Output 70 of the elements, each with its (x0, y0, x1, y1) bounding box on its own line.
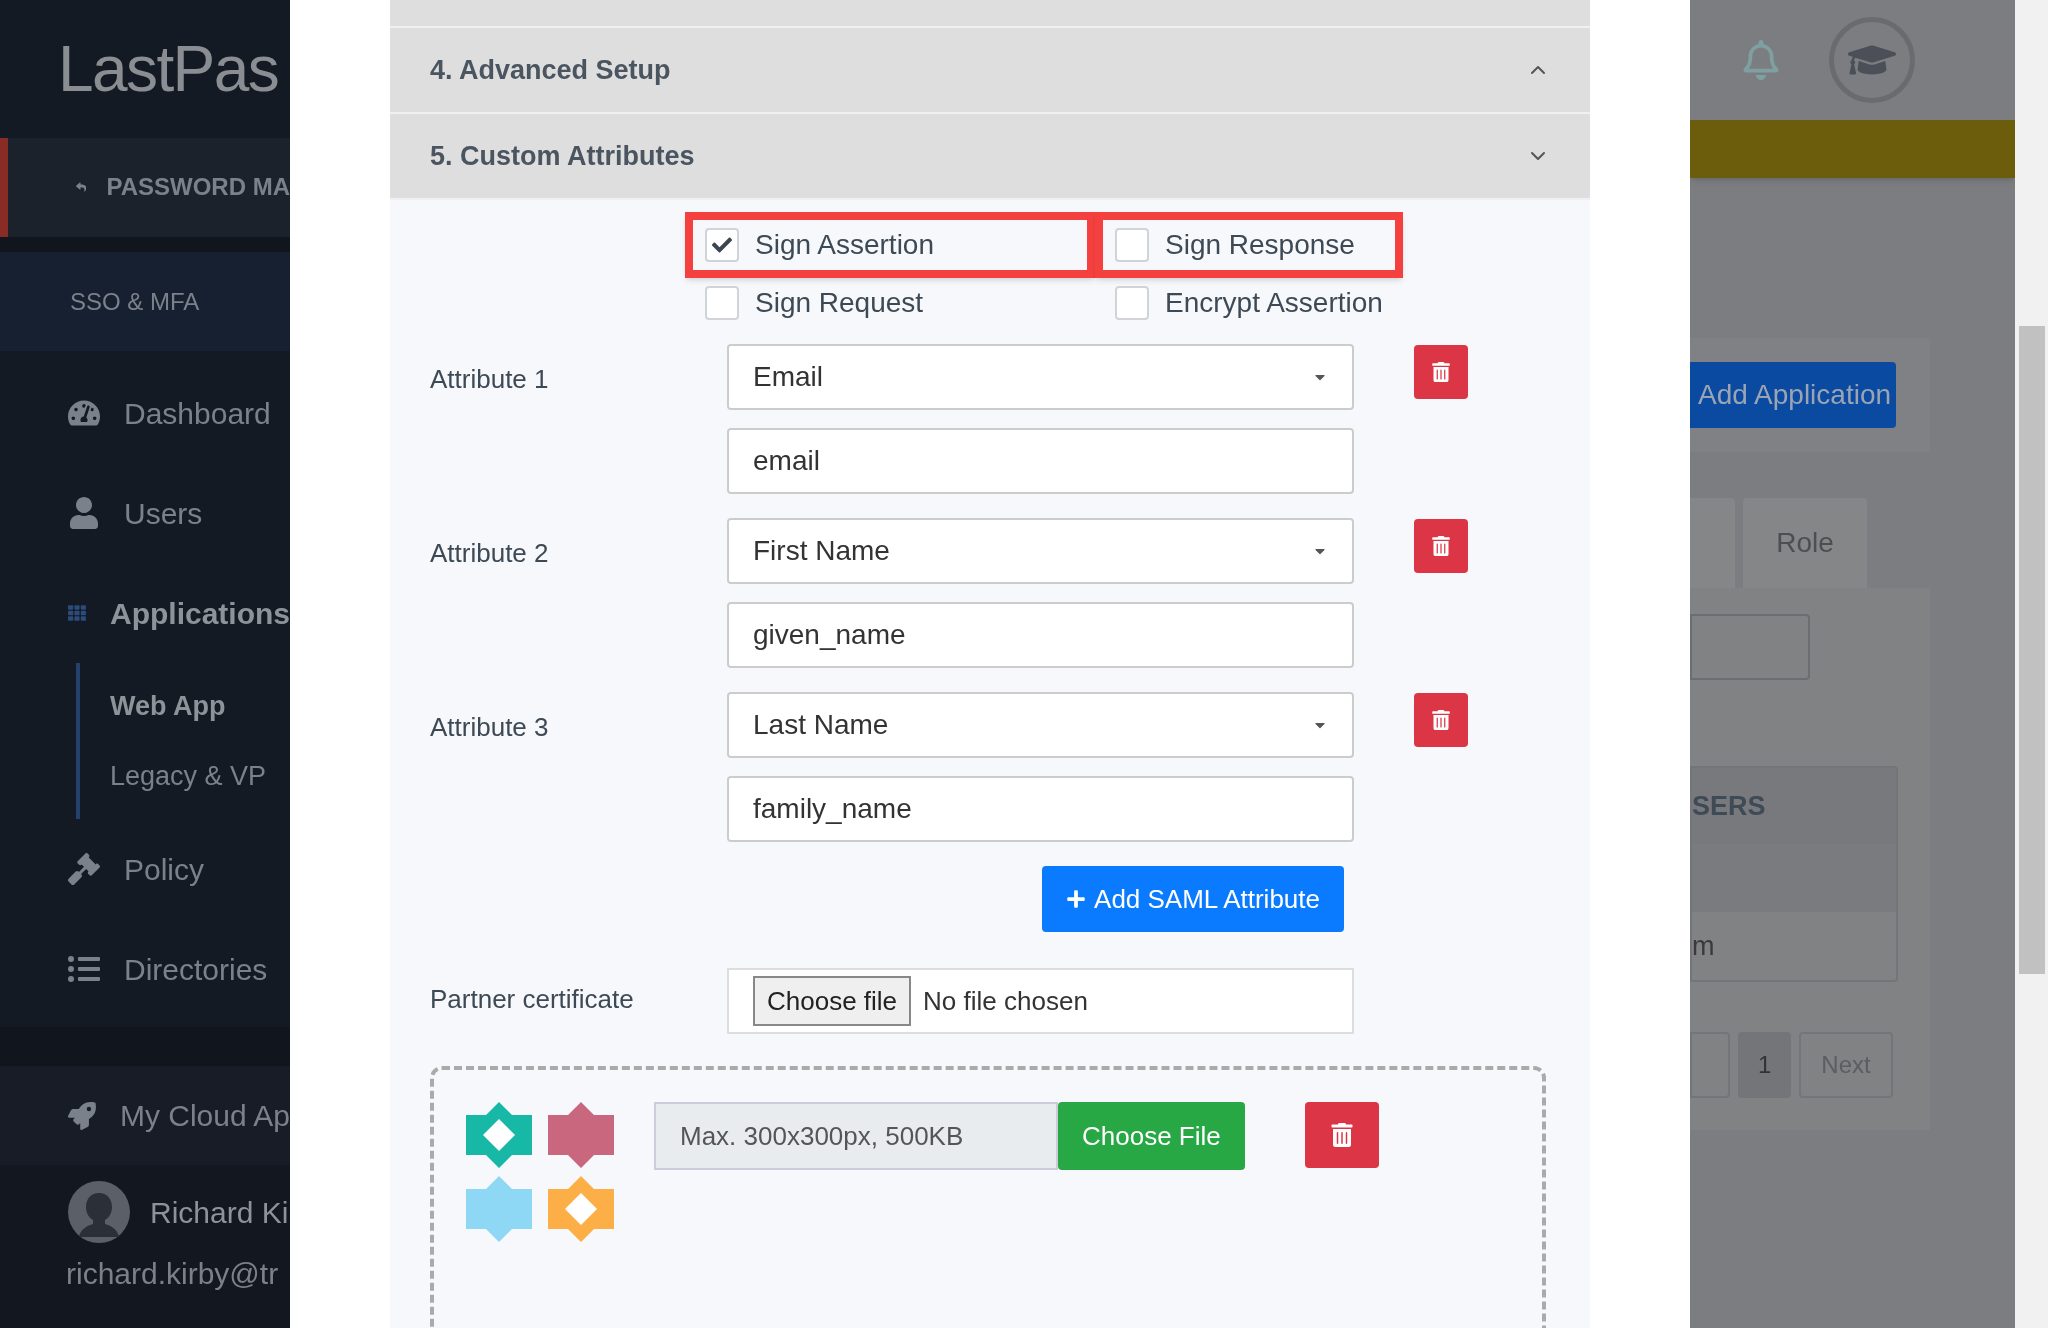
user-name: Richard Ki (150, 1194, 289, 1231)
nav-item[interactable]: Applications (0, 563, 290, 663)
previous-button[interactable] (1690, 1032, 1730, 1098)
checkbox-label: Encrypt Assertion (1165, 286, 1383, 320)
avatar-icon (68, 1181, 130, 1244)
logo-icon (466, 1102, 532, 1168)
accordion-header[interactable]: 5. Custom Attributes (390, 114, 1590, 200)
attribute-label: Attribute 3 (430, 711, 550, 744)
file-status: No file chosen (923, 984, 1088, 1018)
file-field[interactable]: Choose file No file chosen (727, 968, 1354, 1034)
check-icon (712, 235, 732, 255)
checkbox-label: Sign Assertion (755, 228, 934, 262)
plus-icon (1066, 889, 1087, 909)
attribute-select[interactable]: First Name (727, 518, 1354, 584)
delete-button[interactable] (1414, 345, 1468, 399)
attribute-select[interactable]: Last Name (727, 692, 1354, 758)
tab[interactable] (1690, 498, 1735, 588)
section-title: 5. Custom Attributes (430, 139, 695, 173)
checkbox[interactable] (705, 286, 739, 320)
search-field[interactable] (1690, 614, 1810, 680)
nav-subitem[interactable]: Legacy & VP (80, 741, 290, 811)
delete-button[interactable] (1414, 519, 1468, 573)
logo-icon (466, 1176, 532, 1242)
bell-icon[interactable] (1741, 40, 1781, 80)
choose-file-button[interactable]: Choose file (753, 976, 912, 1026)
nav-item[interactable]: Users (0, 463, 290, 563)
logo-icon (548, 1176, 614, 1242)
trash-icon (1431, 710, 1451, 730)
profile-button[interactable] (1829, 17, 1915, 103)
attribute-input[interactable]: family_name (727, 776, 1354, 842)
delete-button[interactable] (1304, 1102, 1379, 1168)
certificate-label: Partner certificate (430, 983, 635, 1016)
trash-icon (1431, 536, 1451, 556)
logo-text: LastPas (58, 37, 279, 101)
add-attribute-button[interactable]: Add SAML Attribute (1042, 866, 1344, 932)
logo-icon (548, 1102, 614, 1168)
gavel-icon (68, 853, 100, 885)
attribute-label: Attribute 2 (430, 537, 550, 570)
nav-item[interactable]: Policy (0, 819, 290, 919)
section-title: 4. Advanced Setup (430, 53, 671, 87)
checkbox[interactable] (705, 228, 739, 262)
checkbox[interactable] (1115, 228, 1149, 262)
nav-item[interactable]: Dashboard (0, 363, 290, 463)
add-application-button[interactable]: Add Application (1690, 362, 1896, 428)
nav-item[interactable]: Directories (0, 919, 290, 1019)
trash-icon (1329, 1123, 1354, 1147)
trash-icon (1431, 362, 1451, 382)
accordion-header[interactable]: 4. Advanced Setup (390, 28, 1590, 114)
attribute-input[interactable]: email (727, 428, 1354, 494)
checkbox-option[interactable]: Sign Assertion (685, 212, 1095, 278)
checkbox[interactable] (1115, 286, 1149, 320)
delete-button[interactable] (1414, 693, 1468, 747)
checkbox-option[interactable]: Sign Response (1095, 212, 1403, 278)
checkbox-label: Sign Request (755, 286, 924, 320)
back-item[interactable]: PASSWORD MA (0, 138, 290, 237)
user-icon (68, 497, 100, 529)
attribute-input[interactable]: given_name (727, 602, 1354, 668)
choose-file-button[interactable]: Choose File (1058, 1102, 1245, 1170)
table-header: SERS (1692, 768, 1896, 844)
list-icon (68, 953, 100, 985)
scrollbar[interactable] (2015, 0, 2048, 1328)
nav-subitem[interactable]: Web App (80, 671, 290, 741)
rocket-icon (68, 1099, 96, 1132)
attribute-label: Attribute 1 (430, 363, 550, 396)
user-email: richard.kirby@tr (66, 1256, 280, 1293)
attribute-select[interactable]: Email (727, 344, 1354, 410)
table-cell-text: m (1692, 929, 1716, 963)
checkbox-label: Sign Response (1165, 228, 1355, 262)
section-header: SSO & MFA (0, 252, 290, 351)
file-hint-field[interactable]: Max. 300x300px, 500KB (654, 1102, 1058, 1170)
